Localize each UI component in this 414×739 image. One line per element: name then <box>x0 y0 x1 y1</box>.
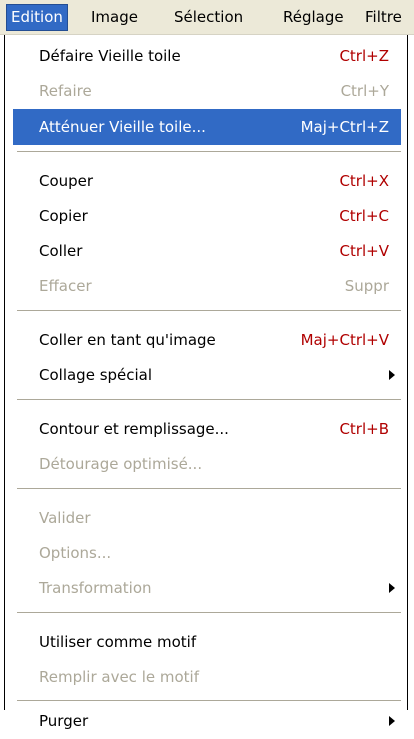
menu-item-label: Couper <box>39 172 94 190</box>
menu-reglage[interactable]: Réglage <box>280 4 347 31</box>
menu-separator <box>17 310 401 311</box>
menu-item-options[interactable]: Options... <box>13 535 401 571</box>
menu-item-defaire[interactable]: Défaire Vieille toile Ctrl+Z <box>13 38 401 74</box>
menu-item-label: Refaire <box>39 82 92 100</box>
menu-item-label: Défaire Vieille toile <box>39 47 181 65</box>
menu-item-purger[interactable]: Purger <box>13 703 401 739</box>
menu-item-label: Remplir avec le motif <box>39 668 199 686</box>
menu-item-label: Coller en tant qu'image <box>39 331 216 349</box>
menu-item-transformation[interactable]: Transformation <box>13 570 401 606</box>
menu-item-shortcut: Maj+Ctrl+Z <box>300 118 389 136</box>
menu-separator <box>17 151 401 152</box>
menu-item-label: Copier <box>39 207 88 225</box>
menu-item-contour[interactable]: Contour et remplissage... Ctrl+B <box>13 411 401 447</box>
edition-dropdown-menu: Défaire Vieille toile Ctrl+Z Refaire Ctr… <box>4 35 408 730</box>
menu-item-shortcut: Ctrl+V <box>339 242 389 260</box>
menu-separator <box>17 612 401 613</box>
menu-separator <box>17 399 401 400</box>
menu-item-remplir-motif[interactable]: Remplir avec le motif <box>13 659 401 695</box>
menu-item-shortcut: Ctrl+X <box>339 172 389 190</box>
menu-item-attenuer[interactable]: Atténuer Vieille toile... Maj+Ctrl+Z <box>13 109 401 145</box>
menu-item-label: Transformation <box>39 579 152 597</box>
menu-item-shortcut: Ctrl+Z <box>339 47 389 65</box>
menu-item-refaire[interactable]: Refaire Ctrl+Y <box>13 73 401 109</box>
menu-image[interactable]: Image <box>88 4 141 31</box>
menu-rail <box>5 35 13 710</box>
menu-item-detourage[interactable]: Détourage optimisé... <box>13 446 401 482</box>
menu-item-effacer[interactable]: Effacer Suppr <box>13 268 401 304</box>
menu-item-coller-image[interactable]: Coller en tant qu'image Maj+Ctrl+V <box>13 322 401 358</box>
menu-separator <box>17 700 401 701</box>
menu-item-shortcut: Ctrl+C <box>339 207 389 225</box>
menu-item-label: Détourage optimisé... <box>39 455 203 473</box>
menu-item-utiliser-motif[interactable]: Utiliser comme motif <box>13 624 401 660</box>
menu-item-label: Contour et remplissage... <box>39 420 229 438</box>
submenu-arrow-icon <box>389 370 395 380</box>
menu-selection[interactable]: Sélection <box>171 4 246 31</box>
menu-item-label: Options... <box>39 544 112 562</box>
menu-item-shortcut: Ctrl+Y <box>340 82 389 100</box>
menu-item-coller[interactable]: Coller Ctrl+V <box>13 233 401 269</box>
menu-item-label: Valider <box>39 509 91 527</box>
menu-edition[interactable]: Edition <box>6 4 68 31</box>
menu-separator <box>17 488 401 489</box>
menu-item-copier[interactable]: Copier Ctrl+C <box>13 198 401 234</box>
menu-item-label: Utiliser comme motif <box>39 633 197 651</box>
submenu-arrow-icon <box>389 583 395 593</box>
menu-filtre[interactable]: Filtre <box>362 4 405 31</box>
menu-item-label: Collage spécial <box>39 366 153 384</box>
submenu-arrow-icon <box>389 716 395 726</box>
menu-item-valider[interactable]: Valider <box>13 500 401 536</box>
menu-item-label: Coller <box>39 242 83 260</box>
menu-item-label: Effacer <box>39 277 92 295</box>
menu-item-collage-special[interactable]: Collage spécial <box>13 357 401 393</box>
menu-item-shortcut: Suppr <box>344 277 389 295</box>
menu-item-label: Atténuer Vieille toile... <box>39 118 206 136</box>
menu-item-couper[interactable]: Couper Ctrl+X <box>13 163 401 199</box>
menu-item-label: Purger <box>39 712 89 730</box>
menu-item-shortcut: Ctrl+B <box>339 420 389 438</box>
menu-bar: Edition Image Sélection Réglage Filtre <box>0 0 414 35</box>
menu-item-shortcut: Maj+Ctrl+V <box>300 331 389 349</box>
